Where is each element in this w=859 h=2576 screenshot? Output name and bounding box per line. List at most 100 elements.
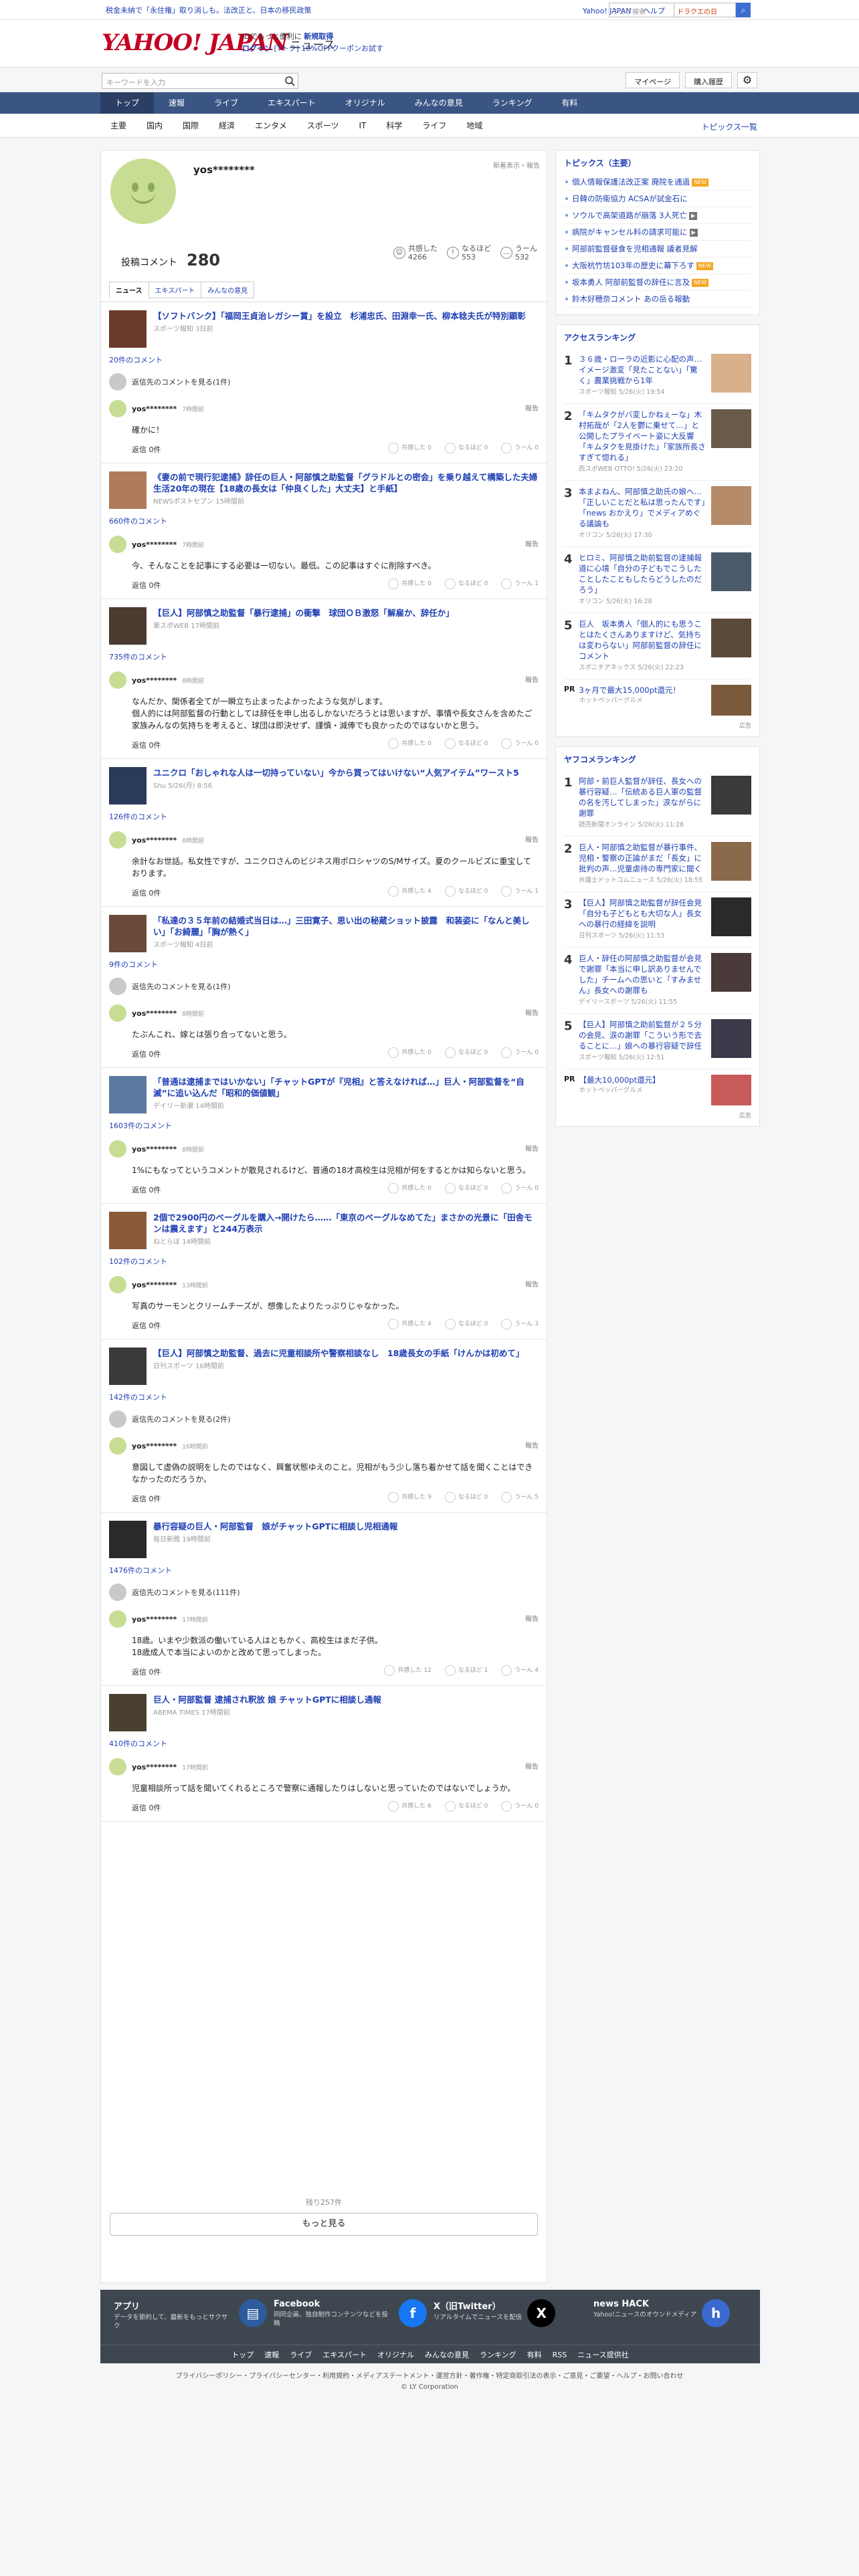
login-link[interactable]: ログイン bbox=[242, 44, 272, 53]
reaction-button[interactable]: うーん 1 bbox=[501, 578, 539, 589]
footer-nav-link[interactable]: ランキング bbox=[480, 2351, 516, 2359]
tab-expert[interactable]: エキスパート bbox=[148, 282, 202, 298]
footer-nav-link[interactable]: ニュース提供社 bbox=[577, 2351, 628, 2359]
pr-item[interactable]: PR 【最大10,000pt還元】 ホットペッパーグルメ bbox=[564, 1069, 751, 1111]
article-title[interactable]: 巨人・阿部監督 逮捕され釈放 娘 チャットGPTに相談し通報 bbox=[153, 1694, 381, 1705]
comment-ranking-item[interactable]: 5 【巨人】阿部慎之助前監督が２５分の会見、涙の謝罪「こういう形で去ることに…」娘… bbox=[564, 1014, 751, 1069]
comment-count-link[interactable]: 1603件のコメント bbox=[109, 1120, 539, 1131]
access-ranking-item[interactable]: 4 ヒロミ、阿部慎之助前監督の逮捕報道に心境「自分の子どもでこうしたことしたことも… bbox=[564, 547, 751, 613]
search-icon[interactable] bbox=[284, 76, 295, 86]
footer-nav-link[interactable]: トップ bbox=[231, 2351, 254, 2359]
reaction-button[interactable]: うーん 0 bbox=[501, 443, 539, 453]
cat-domestic[interactable]: 国内 bbox=[136, 114, 173, 138]
reaction-button[interactable]: うーん 0 bbox=[501, 1183, 539, 1194]
reaction-button[interactable]: うーん 0 bbox=[501, 738, 539, 749]
article-title[interactable]: 《妻の前で現行犯逮捕》辞任の巨人・阿部慎之助監督「グラドルとの密会」を乗り越えて… bbox=[153, 471, 539, 494]
article-link[interactable]: 暴行容疑の巨人・阿部監督 娘がチャットGPTに相談し児相通報 毎日新聞 19時間前 bbox=[109, 1521, 539, 1558]
report-link[interactable]: 報告 bbox=[525, 674, 539, 684]
reaction-button[interactable]: なるほど 0 bbox=[444, 578, 488, 589]
article-title[interactable]: ユニクロ「おしゃれな人は一切持っていない」今から買ってはいけない“人気アイテム”… bbox=[153, 767, 519, 778]
reaction-button[interactable]: なるほど 1 bbox=[444, 1665, 488, 1676]
tax-headline-link[interactable]: 税金未納で「永住権」取り消しも。法改正と、日本の移民政策 bbox=[106, 5, 312, 15]
footer-facebook[interactable]: Facebook 同同企画、独自制作コンテンツなどを投稿 f bbox=[274, 2299, 427, 2331]
article-link[interactable]: 巨人・阿部監督 逮捕され釈放 娘 チャットGPTに相談し通報 ABEMA TIME… bbox=[109, 1694, 539, 1731]
article-title[interactable]: 暴行容疑の巨人・阿部監督 娘がチャットGPTに相談し児相通報 bbox=[153, 1521, 397, 1532]
nav-ranking[interactable]: ランキング bbox=[478, 92, 547, 114]
reply-link[interactable]: 返信 0件 bbox=[132, 1493, 161, 1504]
purchase-history-button[interactable]: 購入履歴 bbox=[685, 72, 732, 88]
reaction-button[interactable]: うーん 3 bbox=[501, 1319, 539, 1329]
article-title[interactable]: 【巨人】阿部慎之助監督「暴行逮捕」の衝撃 球団ＯＢ激怒「解雇か、辞任か」 bbox=[153, 607, 454, 619]
cat-it[interactable]: IT bbox=[349, 114, 376, 138]
article-link[interactable]: 【ソフトバンク】「福岡王貞治レガシー賞」を設立 杉浦忠氏、田淵幸一氏、柳本稔夫氏… bbox=[109, 310, 539, 348]
cat-sports[interactable]: スポーツ bbox=[297, 114, 349, 138]
parent-comment-toggle[interactable]: 返信先のコメントを見る(1件) bbox=[109, 978, 539, 995]
footer-nav-link[interactable]: エキスパート bbox=[322, 2351, 367, 2359]
comment-count-link[interactable]: 660件のコメント bbox=[109, 516, 539, 526]
cat-main[interactable]: 主要 bbox=[100, 114, 136, 138]
reaction-button[interactable]: うーん 5 bbox=[501, 1492, 539, 1503]
comment-count-link[interactable]: 142件のコメント bbox=[109, 1392, 539, 1402]
article-title[interactable]: 【ソフトバンク】「福岡王貞治レガシー賞」を設立 杉浦忠氏、田淵幸一氏、柳本稔夫氏… bbox=[153, 310, 526, 322]
coupon-link[interactable]: [Tトク] 10%OFFクーポンお試す bbox=[274, 44, 384, 53]
reaction-button[interactable]: なるほど 0 bbox=[444, 443, 488, 453]
reaction-button[interactable]: なるほど 0 bbox=[444, 738, 488, 749]
report-link[interactable]: 報告 bbox=[525, 1007, 539, 1017]
article-link[interactable]: 「私達の３５年前の結婚式当日は…」三田寛子、思い出の秘蔵ショット披露 和装姿に「… bbox=[109, 915, 539, 952]
footer-nav-link[interactable]: オリジナル bbox=[377, 2351, 414, 2359]
article-link[interactable]: 「普通は逮捕まではいかない」「チャットGPTが『児相』と答えなければ…」巨人・阿… bbox=[109, 1076, 539, 1113]
comment-user[interactable]: yos******** bbox=[132, 1145, 177, 1154]
comment-count-link[interactable]: 410件のコメント bbox=[109, 1738, 539, 1749]
mypage-button[interactable]: マイページ bbox=[626, 72, 680, 88]
topic-item[interactable]: 阿部前監督昼食を児相通報 議者見解 bbox=[564, 241, 751, 257]
gear-icon[interactable]: ⚙ bbox=[737, 72, 757, 88]
nav-top[interactable]: トップ bbox=[100, 92, 155, 114]
reaction-button[interactable]: なるほど 0 bbox=[444, 1492, 488, 1503]
reaction-button[interactable]: 共感した 0 bbox=[388, 443, 432, 453]
comment-user[interactable]: yos******** bbox=[132, 1763, 177, 1772]
comment-count-link[interactable]: 126件のコメント bbox=[109, 811, 539, 822]
report-link[interactable]: 新着表示・報告 bbox=[493, 160, 540, 170]
comment-user[interactable]: yos******** bbox=[132, 405, 177, 413]
article-title[interactable]: 2個で2900円のベーグルを購入→開けたら……「東京のベーグルなめてた」まさかの… bbox=[153, 1212, 539, 1235]
article-link[interactable]: 2個で2900円のベーグルを購入→開けたら……「東京のベーグルなめてた」まさかの… bbox=[109, 1212, 539, 1249]
report-link[interactable]: 報告 bbox=[525, 538, 539, 548]
nav-expert[interactable]: エキスパート bbox=[253, 92, 330, 114]
keyword-search-input[interactable]: キーワードを入力 bbox=[102, 73, 298, 89]
article-link[interactable]: 《妻の前で現行犯逮捕》辞任の巨人・阿部慎之助監督「グラドルとの密会」を乗り越えて… bbox=[109, 471, 539, 509]
article-link[interactable]: ユニクロ「おしゃれな人は一切持っていない」今から買ってはいけない“人気アイテム”… bbox=[109, 767, 539, 804]
footer-nav-link[interactable]: 速報 bbox=[264, 2351, 279, 2359]
article-title[interactable]: 【巨人】阿部慎之助監督、過去に児童相談所や警察相談なし 18歳長女の手紙「けんか… bbox=[153, 1348, 524, 1359]
parent-comment-toggle[interactable]: 返信先のコメントを見る(111件) bbox=[109, 1584, 539, 1601]
comment-count-link[interactable]: 735件のコメント bbox=[109, 651, 539, 662]
cat-science[interactable]: 科学 bbox=[376, 114, 412, 138]
footer-newshack[interactable]: news HACK Yahoo!ニュースのオウンドメディア h bbox=[593, 2299, 747, 2331]
report-link[interactable]: 報告 bbox=[525, 1761, 539, 1771]
cat-international[interactable]: 国際 bbox=[173, 114, 209, 138]
footer-nav-link[interactable]: みんなの意見 bbox=[425, 2351, 469, 2359]
reply-link[interactable]: 返信 0件 bbox=[132, 1184, 161, 1195]
cat-life[interactable]: ライフ bbox=[412, 114, 456, 138]
access-ranking-item[interactable]: 5 巨人 坂本勇人「個人的にも思うことはたくさんありますけど、気持ちは変わらない」… bbox=[564, 613, 751, 679]
topic-item[interactable]: 病院がキャンセル料の請求可能に ▶ bbox=[564, 224, 751, 241]
report-link[interactable]: 報告 bbox=[525, 1143, 539, 1153]
nav-opinions[interactable]: みんなの意見 bbox=[400, 92, 478, 114]
comment-count-link[interactable]: 102件のコメント bbox=[109, 1256, 539, 1267]
tab-opinions[interactable]: みんなの意見 bbox=[201, 282, 255, 298]
access-ranking-item[interactable]: 1 ３６歳・ローラの近影に心配の声…イメージ激変「見たことない」「驚く」農業挑戦か… bbox=[564, 348, 751, 404]
reply-link[interactable]: 返信 0件 bbox=[132, 444, 161, 455]
reply-link[interactable]: 返信 0件 bbox=[132, 887, 161, 898]
reaction-button[interactable]: なるほど 0 bbox=[444, 1801, 488, 1812]
reaction-button[interactable]: なるほど 0 bbox=[444, 1319, 488, 1329]
cat-entertainment[interactable]: エンタメ bbox=[245, 114, 297, 138]
reaction-button[interactable]: 共感した 9 bbox=[388, 1492, 432, 1503]
trend-search-button[interactable]: ドラクエの日 bbox=[674, 3, 736, 17]
comment-user[interactable]: yos******** bbox=[132, 1442, 177, 1451]
cat-local[interactable]: 地域 bbox=[456, 114, 492, 138]
reaction-button[interactable]: 共感した 0 bbox=[388, 1183, 432, 1194]
comment-ranking-item[interactable]: 1 阿部・前巨人監督が辞任、長女への暴行容疑…「伝統ある巨人軍の監督の名を汚してし… bbox=[564, 770, 751, 837]
reaction-button[interactable]: うーん 0 bbox=[501, 1047, 539, 1058]
report-link[interactable]: 報告 bbox=[525, 1440, 539, 1450]
comment-ranking-item[interactable]: 2 巨人・阿部慎之助監督が暴行事件、児相・警察の正論がまだ「長女」に批判の声…児童… bbox=[564, 837, 751, 892]
comment-user[interactable]: yos******** bbox=[132, 676, 177, 685]
